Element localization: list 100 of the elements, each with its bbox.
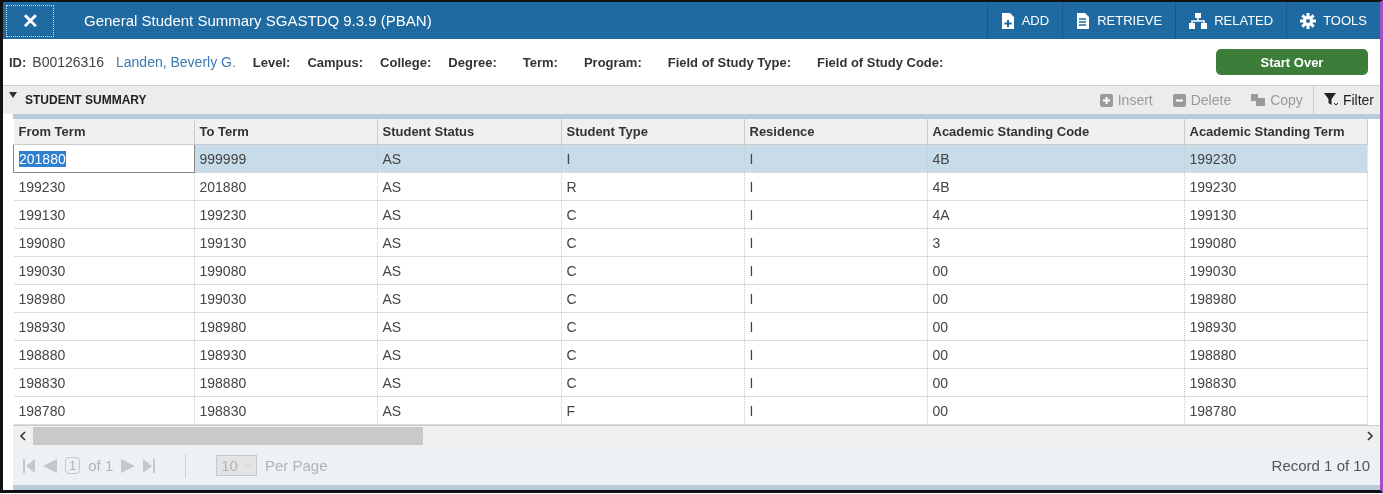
document-icon	[1076, 12, 1091, 29]
table-cell: 198880	[194, 368, 377, 397]
field-label: Term:	[522, 54, 558, 70]
collapse-caret-icon[interactable]	[9, 92, 17, 98]
window-title: General Student Summary SGASTDQ 9.3.9 (PBAN)	[84, 12, 432, 29]
table-cell: I	[744, 256, 927, 285]
table-cell: 199130	[1184, 200, 1367, 229]
scroll-right-icon[interactable]	[1366, 431, 1374, 441]
table-cell: 00	[927, 396, 1184, 425]
column-header[interactable]: Student Status	[377, 119, 561, 145]
field-label: Campus:	[307, 54, 364, 70]
table-cell: 198980	[1184, 284, 1367, 313]
filter-button[interactable]: Filter	[1312, 86, 1380, 114]
column-header[interactable]: From Term	[13, 119, 194, 145]
table-cell: I	[744, 340, 927, 369]
table-cell: 4B	[927, 144, 1184, 173]
per-page-label: Per Page	[264, 457, 328, 474]
table-cell: AS	[377, 256, 561, 285]
last-page-icon[interactable]	[143, 458, 156, 473]
table-cell: 00	[927, 368, 1184, 397]
table-cell: 198930	[1184, 312, 1367, 341]
horizontal-scrollbar[interactable]	[13, 425, 1380, 446]
table-cell: 199080	[13, 228, 194, 257]
column-header[interactable]: Student Type	[561, 119, 744, 145]
table-cell: 00	[927, 284, 1184, 313]
table-cell: AS	[377, 144, 561, 173]
table-cell: 199230	[1184, 172, 1367, 201]
table-cell: 198830	[194, 396, 377, 425]
table-cell: 199230	[13, 172, 194, 201]
table-cell: AS	[377, 396, 561, 425]
table-cell: I	[744, 312, 927, 341]
table-cell: 3	[927, 228, 1184, 257]
table-cell: R	[561, 172, 744, 201]
table-cell: 199030	[194, 284, 377, 313]
table-cell: F	[561, 396, 744, 425]
field-label: Field of Study Type:	[667, 54, 791, 70]
table-cell: I	[744, 368, 927, 397]
student-name: Landen, Beverly G.	[116, 54, 236, 70]
table-cell: AS	[377, 284, 561, 313]
scroll-left-icon[interactable]	[19, 431, 27, 441]
table-cell: 198980	[13, 284, 194, 313]
table-cell: AS	[377, 200, 561, 229]
table-cell: 198880	[1184, 340, 1367, 369]
field-label: Program:	[583, 54, 642, 70]
previous-page-icon[interactable]	[43, 458, 57, 473]
field-label: Field of Study Code:	[817, 54, 944, 70]
next-page-icon[interactable]	[121, 458, 136, 473]
table-cell: 199230	[1184, 144, 1367, 173]
id-label: ID:	[9, 54, 27, 70]
table-cell: 198930	[194, 340, 377, 369]
plus-icon	[1099, 93, 1113, 107]
column-header[interactable]: Academic Standing Term	[1184, 119, 1367, 145]
table-cell: I	[744, 396, 927, 425]
field-label: Degree:	[448, 54, 497, 70]
column-header[interactable]: To Term	[194, 119, 377, 145]
table-cell: I	[744, 284, 927, 313]
table-cell: C	[561, 228, 744, 257]
table-cell: 198830	[1184, 368, 1367, 397]
table-cell: 198780	[13, 396, 194, 425]
table-cell: 199080	[194, 256, 377, 285]
table-cell: AS	[377, 368, 561, 397]
table-cell: 201880	[194, 172, 377, 201]
field-label: College:	[380, 54, 432, 70]
table-cell: 999999	[194, 144, 377, 173]
table-cell: 198930	[13, 312, 194, 341]
start-over-button[interactable]: Start Over	[1216, 49, 1368, 75]
table-cell: I	[744, 228, 927, 257]
column-header[interactable]: Residence	[744, 119, 927, 145]
add-document-icon	[1000, 12, 1015, 29]
table-cell: 199230	[194, 200, 377, 229]
table-cell: 201880	[13, 144, 194, 173]
table-cell: 198830	[13, 368, 194, 397]
section-title: STUDENT SUMMARY	[25, 93, 147, 107]
table-cell: C	[561, 284, 744, 313]
table-cell: 4A	[927, 200, 1184, 229]
table-cell: AS	[377, 312, 561, 341]
table-cell: 199130	[13, 200, 194, 229]
table-cell: C	[561, 368, 744, 397]
table-cell: 198780	[1184, 396, 1367, 425]
field-label: Level:	[252, 54, 291, 70]
table-cell: 4B	[927, 172, 1184, 201]
dropdown-caret-icon	[243, 463, 252, 468]
copy-icon	[1251, 94, 1266, 106]
record-count: Record 1 of 10	[1271, 457, 1370, 474]
table-cell: AS	[377, 228, 561, 257]
table-cell: 199030	[1184, 256, 1367, 285]
table-cell: C	[561, 200, 744, 229]
column-header[interactable]: Academic Standing Code	[927, 119, 1184, 145]
table-cell: 00	[927, 256, 1184, 285]
table-cell: C	[561, 340, 744, 369]
table-cell: 00	[927, 340, 1184, 369]
table-cell: 198980	[194, 312, 377, 341]
table-cell: 00	[927, 312, 1184, 341]
table-cell: 199130	[194, 228, 377, 257]
first-page-icon[interactable]	[23, 458, 35, 473]
table-cell: I	[744, 144, 927, 173]
table-cell: AS	[377, 340, 561, 369]
table-cell: 198880	[13, 340, 194, 369]
close-button[interactable]: ✕	[6, 4, 54, 37]
table-cell: C	[561, 312, 744, 341]
